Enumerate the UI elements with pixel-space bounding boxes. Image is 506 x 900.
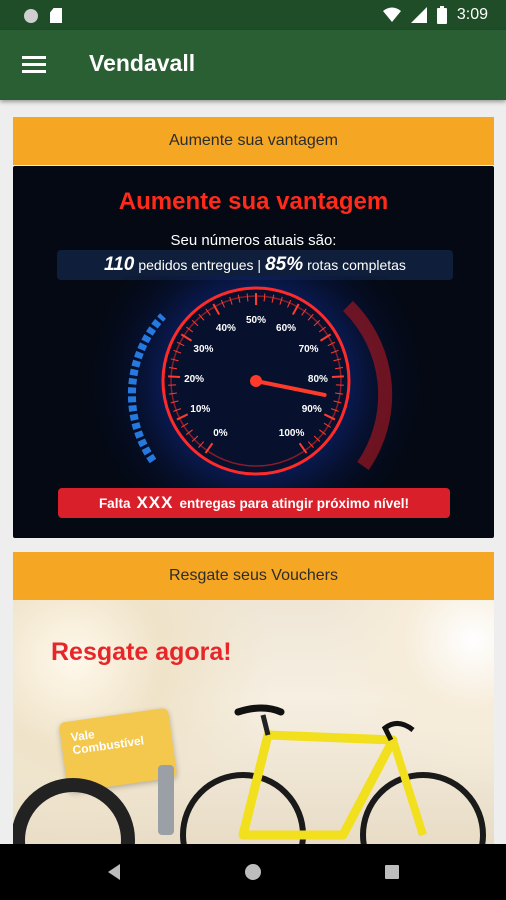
gauge-label: 100%	[279, 428, 305, 439]
signal-icon	[410, 7, 427, 23]
gauge-tick	[168, 375, 181, 379]
gauge-label: 50%	[246, 315, 266, 326]
gauge-label: 30%	[193, 344, 213, 355]
hamburger-menu-icon[interactable]	[22, 52, 48, 78]
status-bar: 3:09	[0, 0, 506, 30]
clock-time: 3:09	[456, 6, 488, 23]
cta-prefix: Falta	[98, 495, 131, 511]
status-bar-right: 3:09	[382, 6, 488, 24]
back-icon[interactable]	[100, 858, 128, 886]
motorcycle-wheel	[13, 778, 135, 845]
bike-handlebar	[381, 721, 415, 742]
battery-icon	[436, 6, 447, 24]
speedometer-gauge: 0% 10% 20% 30%40% 50% 60%70% 80% 90% 100%	[81, 276, 431, 491]
gauge-label: 90%	[302, 404, 322, 415]
orders-label: pedidos entregues |	[138, 257, 262, 273]
app-title: Vendavall	[89, 50, 196, 76]
sd-card-icon	[50, 8, 62, 23]
gauge-label: 60%	[276, 323, 296, 334]
bike-saddle	[234, 704, 285, 716]
app-bar: Vendavall	[0, 30, 506, 100]
gauge-label: 40%	[216, 323, 236, 334]
banner-subline: Seu números atuais são:	[170, 232, 337, 249]
section-header-vantagem: Aumente sua vantagem	[13, 117, 494, 165]
bike-seatpost	[260, 714, 271, 736]
next-level-bar: Falta XXX entregas para atingir próximo …	[58, 488, 450, 518]
section-header-vouchers: Resgate seus Vouchers	[13, 552, 494, 600]
gauge-label: 20%	[184, 374, 204, 385]
cta-suffix: entregas para atingir próximo nível!	[179, 495, 410, 511]
banner-headline: Aumente sua vantagem	[118, 188, 389, 215]
bicycle-image	[13, 704, 486, 845]
motorcycle-shock	[158, 765, 174, 835]
gauge-hub	[250, 375, 262, 387]
circle-icon	[24, 8, 38, 23]
system-nav-bar	[0, 844, 506, 900]
vantagem-banner[interactable]: Aumente sua vantagem Seu números atuais …	[13, 166, 494, 538]
orders-count: 110	[104, 254, 135, 275]
vouchers-banner[interactable]: Resgate agora! Vale Combustível	[13, 600, 494, 845]
gauge-tick	[331, 375, 344, 379]
cta-count: XXX	[136, 493, 174, 512]
routes-label: rotas completas	[307, 257, 406, 273]
gauge-label: 10%	[190, 404, 210, 415]
status-bar-left	[24, 8, 62, 23]
routes-percent: 85%	[265, 254, 304, 275]
gauge-label: 0%	[213, 428, 228, 439]
gauge-label: 70%	[299, 344, 319, 355]
home-icon[interactable]	[239, 858, 267, 886]
gauge-label: 80%	[308, 374, 328, 385]
bike-fork	[389, 738, 427, 837]
recents-icon[interactable]	[378, 858, 406, 886]
bike-frame	[238, 730, 398, 840]
wifi-icon	[382, 7, 401, 22]
